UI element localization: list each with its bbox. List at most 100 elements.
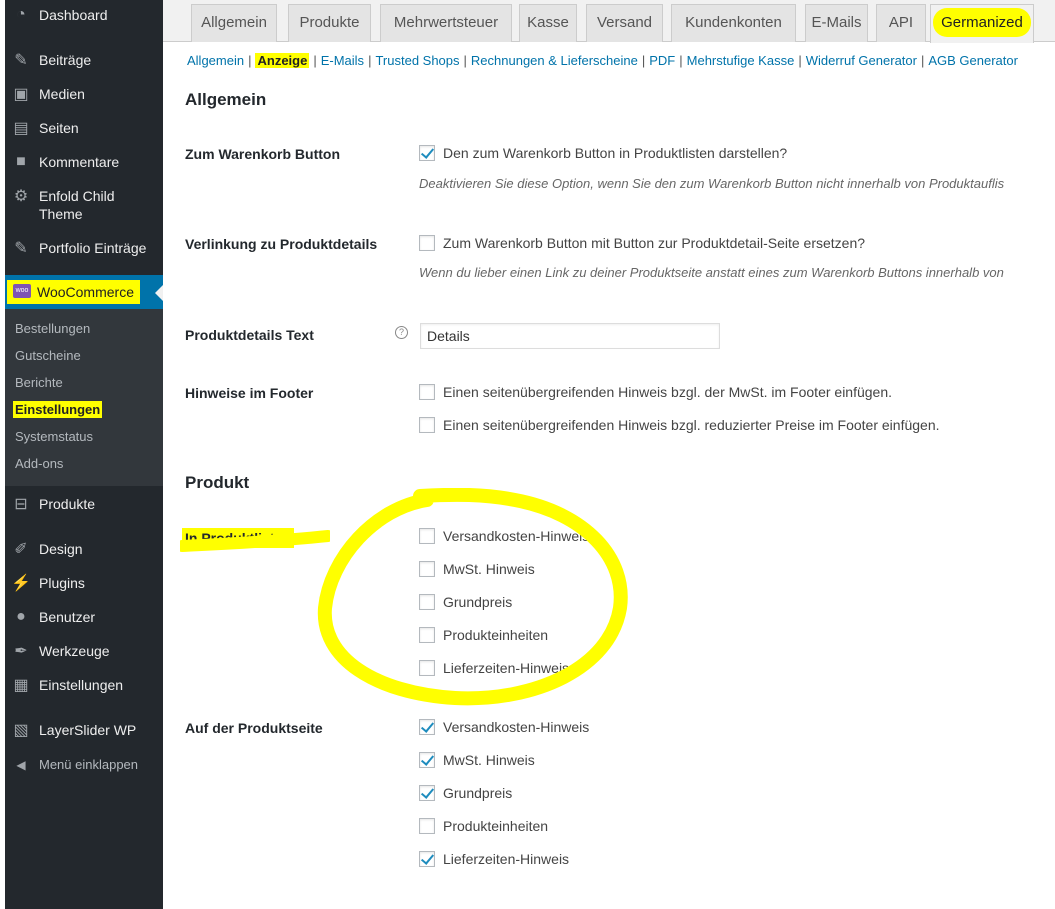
checkbox-seite-lieferzeiten[interactable]: Lieferzeiten-Hinweis [419,851,569,867]
checkbox-liste-lieferzeiten[interactable]: Lieferzeiten-Hinweis [419,660,569,676]
checkbox-box[interactable] [419,719,435,735]
sidebar-item-kommentare[interactable]: ■ Kommentare [5,152,163,172]
checkbox-seite-versandkosten[interactable]: Versandkosten-Hinweis [419,719,589,735]
checkbox-label: Grundpreis [443,594,513,610]
sidebar-item-beitraege[interactable]: ✎ Beiträge [5,50,163,70]
checkbox-label: Lieferzeiten-Hinweis [443,851,570,867]
checkbox-box[interactable] [419,594,435,610]
checkbox-liste-versandkosten[interactable]: Versandkosten-Hinweis [419,528,589,544]
checkbox-box[interactable] [419,417,435,433]
checkbox-box[interactable] [419,752,435,768]
subnav-mehrstufige-kasse[interactable]: Mehrstufige Kasse [687,53,795,68]
submenu-item-bestellungen[interactable]: Bestellungen [15,321,90,336]
user-icon: ● [16,608,26,625]
subnav-pdf[interactable]: PDF [649,53,675,68]
sidebar-item-seiten[interactable]: ▤ Seiten [5,118,163,138]
sidebar-item-label: Seiten [39,120,79,136]
settings-tab-bar: Allgemein Produkte Mehrwertsteuer Kasse … [163,0,1055,43]
separator: | [248,53,252,68]
checkbox-footer-preise[interactable]: Einen seitenübergreifenden Hinweis bzgl.… [419,417,940,433]
sidebar-item-enfold-theme[interactable]: ⚙ Enfold Child Theme [5,186,163,223]
checkbox-label: Einen seitenübergreifenden Hinweis bzgl.… [443,417,940,433]
sidebar-item-label: Design [39,541,83,557]
settings-icon: ▦ [13,677,29,694]
sidebar-item-label: LayerSlider WP [39,722,137,738]
subnav-agb[interactable]: AGB Generator [928,53,1018,68]
tab-api[interactable]: API [876,4,926,42]
section-title-produkt: Produkt [185,473,250,492]
checkbox-seite-grundpreis[interactable]: Grundpreis [419,785,512,801]
sidebar-item-dashboard[interactable]: ◔ Dashboard [5,5,163,25]
setting-label-verlinkung: Verlinkung zu Produktdetails [185,236,378,252]
checkbox-box[interactable] [419,818,435,834]
tab-allgemein[interactable]: Allgemein [191,4,277,42]
checkbox-warenkorb[interactable]: Den zum Warenkorb Button in Produktliste… [419,145,787,161]
checkbox-label: Versandkosten-Hinweis [443,719,590,735]
layers-icon: ▧ [13,722,29,739]
sidebar-item-design[interactable]: ✐ Design [5,539,163,559]
sidebar-item-label: Plugins [39,575,85,591]
separator: | [920,53,925,68]
submenu-item-addons[interactable]: Add-ons [15,456,63,471]
tab-mehrwertsteuer[interactable]: Mehrwertsteuer [380,4,512,42]
checkbox-box[interactable] [419,851,435,867]
tab-germanized-label: Germanized [933,8,1031,37]
sidebar-item-produkte[interactable]: ⊟ Produkte [5,494,163,514]
submenu-item-einstellungen[interactable]: Einstellungen [13,401,103,418]
checkbox-liste-mwst[interactable]: MwSt. Hinweis [419,561,535,577]
sidebar-item-medien[interactable]: ▣ Medien [5,84,163,104]
checkbox-label: Einen seitenübergreifenden Hinweis bzgl.… [443,384,893,400]
admin-sidebar: ◔ Dashboard ✎ Beiträge ▣ Medien ▤ Seiten… [5,0,163,909]
checkbox-verlinkung[interactable]: Zum Warenkorb Button mit Button zur Prod… [419,235,865,251]
subnav-anzeige[interactable]: Anzeige [255,53,310,68]
tab-kundenkonten[interactable]: Kundenkonten [671,4,796,42]
plugin-icon: ⚡ [11,575,31,592]
subnav-widerruf[interactable]: Widerruf Generator [806,53,917,68]
checkbox-box[interactable] [419,384,435,400]
checkbox-box[interactable] [419,528,435,544]
checkbox-liste-produkteinheiten[interactable]: Produkteinheiten [419,627,548,643]
checkbox-label: MwSt. Hinweis [443,561,535,577]
subnav-allgemein[interactable]: Allgemein [187,53,244,68]
checkbox-footer-mwst[interactable]: Einen seitenübergreifenden Hinweis bzgl.… [419,384,892,400]
sidebar-item-plugins[interactable]: ⚡ Plugins [5,573,163,593]
checkbox-liste-grundpreis[interactable]: Grundpreis [419,594,512,610]
submenu-item-gutscheine[interactable]: Gutscheine [15,348,81,363]
comment-icon: ■ [16,153,26,170]
pin-icon: ✎ [14,52,28,69]
sidebar-item-woocommerce[interactable]: woo WooCommerce [5,275,163,309]
tab-versand[interactable]: Versand [586,4,663,42]
sidebar-item-layerslider[interactable]: ▧ LayerSlider WP [5,720,163,740]
collapse-menu-button[interactable]: ◀ Menü einklappen [5,755,163,775]
checkbox-box[interactable] [419,627,435,643]
subnav-trusted-shops[interactable]: Trusted Shops [375,53,459,68]
dashboard-icon: ◔ [16,6,26,23]
details-text-input[interactable] [420,323,720,349]
subnav-rechnungen[interactable]: Rechnungen & Lieferscheine [471,53,638,68]
checkbox-box[interactable] [419,785,435,801]
help-icon[interactable]: ? [395,326,408,339]
submenu-item-berichte[interactable]: Berichte [15,375,63,390]
sidebar-item-benutzer[interactable]: ● Benutzer [5,607,163,627]
checkbox-seite-mwst[interactable]: MwSt. Hinweis [419,752,535,768]
tab-germanized[interactable]: Germanized [930,4,1034,43]
submenu-item-systemstatus[interactable]: Systemstatus [15,429,93,444]
tab-emails[interactable]: E-Mails [805,4,868,42]
checkbox-box[interactable] [419,660,435,676]
checkbox-box[interactable] [419,235,435,251]
checkbox-box[interactable] [419,561,435,577]
tab-kasse[interactable]: Kasse [519,4,577,42]
separator: | [798,53,802,68]
sidebar-item-einstellungen[interactable]: ▦ Einstellungen [5,675,163,695]
checkbox-box[interactable] [419,145,435,161]
sidebar-item-label: Kommentare [39,154,120,170]
sidebar-item-label: Dashboard [39,7,108,23]
subnav-emails[interactable]: E-Mails [321,53,364,68]
checkbox-seite-produkteinheiten[interactable]: Produkteinheiten [419,818,548,834]
subsection-nav: Allgemein | Anzeige | E-Mails | Trusted Shops |… [187,53,1018,68]
tab-produkte[interactable]: Produkte [288,4,371,42]
sidebar-item-werkzeuge[interactable]: ✒ Werkzeuge [5,641,163,661]
sidebar-item-portfolio[interactable]: ✎ Portfolio Einträge [5,238,163,258]
setting-description: Deaktivieren Sie diese Option, wenn Sie … [419,176,1005,191]
media-icon: ▣ [13,86,29,103]
